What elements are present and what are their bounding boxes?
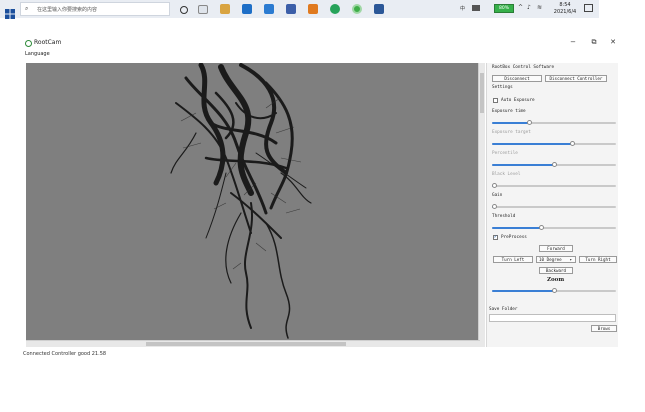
status-text: Connected Controller good 21.58 — [23, 351, 107, 357]
input-language-indicator[interactable]: 中 — [460, 5, 465, 12]
battery-indicator[interactable]: 80% — [494, 4, 514, 13]
volume-icon[interactable]: ♪ — [527, 4, 531, 11]
vertical-scrollbar[interactable] — [478, 63, 485, 347]
taskbar-search-box[interactable]: ⌕ 在这里输入你要搜索的内容 — [20, 2, 170, 16]
settings-label: Settings — [492, 85, 513, 90]
file-explorer-icon[interactable] — [220, 4, 230, 14]
minimize-button[interactable]: − — [567, 38, 579, 46]
rootcam-window: RootCam − ⧉ ✕ Language RootBox Control S… — [22, 37, 621, 380]
menu-bar: Language — [22, 50, 621, 59]
slider-handle[interactable] — [539, 225, 545, 230]
maximize-button[interactable]: ⧉ — [588, 38, 600, 47]
store-icon[interactable] — [264, 4, 274, 14]
forward-button[interactable]: Forward — [539, 245, 573, 252]
word-icon[interactable] — [374, 4, 384, 14]
degrees-select[interactable]: 10 Degree ▾ — [536, 256, 576, 263]
threshold-slider[interactable] — [492, 225, 616, 230]
chevron-up-icon[interactable]: ^ — [518, 4, 523, 11]
gain-slider[interactable] — [492, 204, 616, 209]
turn-left-button[interactable]: Turn Left — [493, 256, 533, 263]
clock-date[interactable]: 2021/6/4 — [550, 9, 580, 15]
panel-header: RootBox Control Software — [492, 65, 555, 70]
exposure-target-slider[interactable] — [492, 141, 616, 146]
disconnect-button[interactable]: Disconnect — [492, 75, 542, 82]
degrees-value: 10 Degree — [539, 257, 562, 262]
slider-handle[interactable] — [551, 162, 557, 167]
horizontal-scrollbar[interactable] — [26, 340, 480, 347]
exposure-time-label: Exposure time — [492, 109, 526, 114]
browse-button[interactable]: Brows — [591, 325, 617, 332]
root-image — [170, 63, 312, 339]
slider-handle[interactable] — [551, 288, 557, 293]
search-placeholder: 在这里输入你要搜索的内容 — [37, 7, 98, 13]
clock-time[interactable]: 8:54 — [552, 2, 578, 8]
windows-start-icon[interactable] — [5, 4, 15, 19]
search-icon: ⌕ — [25, 5, 29, 12]
slider-handle[interactable] — [492, 204, 497, 209]
turn-right-button[interactable]: Turn Right — [579, 256, 617, 263]
save-folder-input[interactable] — [489, 314, 616, 322]
network-icon[interactable]: ≋ — [537, 4, 542, 11]
black-level-slider[interactable] — [492, 183, 616, 188]
preprocess-label: PreProcess — [501, 235, 527, 240]
camera-image-view[interactable] — [26, 63, 480, 340]
close-button[interactable]: ✕ — [607, 38, 619, 46]
task-view-icon[interactable] — [198, 5, 208, 14]
zoom-label: Zoom — [547, 277, 565, 283]
zoom-slider[interactable] — [492, 288, 616, 293]
disconnect-controller-button[interactable]: Disconnect Controller — [545, 75, 607, 82]
status-bar: Connected Controller good 21.58 — [22, 350, 621, 359]
auto-exposure-checkbox[interactable] — [493, 98, 498, 103]
browser-icon[interactable] — [330, 4, 340, 14]
save-folder-label: Save Folder — [489, 307, 518, 312]
window-title: RootCam — [34, 39, 62, 46]
threshold-label: Threshold — [492, 214, 516, 219]
office-icon[interactable] — [308, 4, 318, 14]
title-bar: RootCam − ⧉ ✕ — [22, 37, 621, 50]
preprocess-checkbox[interactable] — [493, 234, 498, 240]
app-icon[interactable] — [286, 4, 296, 14]
slider-handle[interactable] — [570, 141, 576, 146]
cortana-icon[interactable] — [180, 6, 188, 14]
auto-exposure-label: Auto Exposure — [501, 98, 535, 103]
backward-button[interactable]: Backward — [539, 267, 573, 274]
exposure-target-label: Exposure target — [492, 130, 531, 135]
notification-icon[interactable] — [584, 4, 593, 12]
slider-handle[interactable] — [492, 183, 497, 188]
percentile-slider[interactable] — [492, 162, 616, 167]
slider-handle[interactable] — [526, 120, 532, 125]
control-panel: RootBox Control Software Disconnect Disc… — [486, 63, 618, 347]
menu-language[interactable]: Language — [25, 51, 50, 57]
exposure-time-slider[interactable] — [492, 120, 616, 125]
vertical-scroll-thumb[interactable] — [480, 73, 484, 113]
keyboard-icon[interactable] — [472, 5, 480, 11]
black-level-label: Black Level — [492, 172, 521, 177]
mail-icon[interactable] — [242, 4, 252, 14]
percentile-label: Percentile — [492, 151, 518, 156]
app-logo-icon — [25, 40, 32, 47]
chevron-down-icon: ▾ — [569, 257, 572, 262]
gain-label: Gain — [492, 193, 503, 198]
taskbar: ⌕ 在这里输入你要搜索的内容 中 80% ^ ♪ ≋ 8:54 2021/6/4 — [0, 0, 599, 19]
horizontal-scroll-thumb[interactable] — [146, 342, 346, 346]
rootcam-taskbar-icon[interactable] — [352, 4, 362, 14]
